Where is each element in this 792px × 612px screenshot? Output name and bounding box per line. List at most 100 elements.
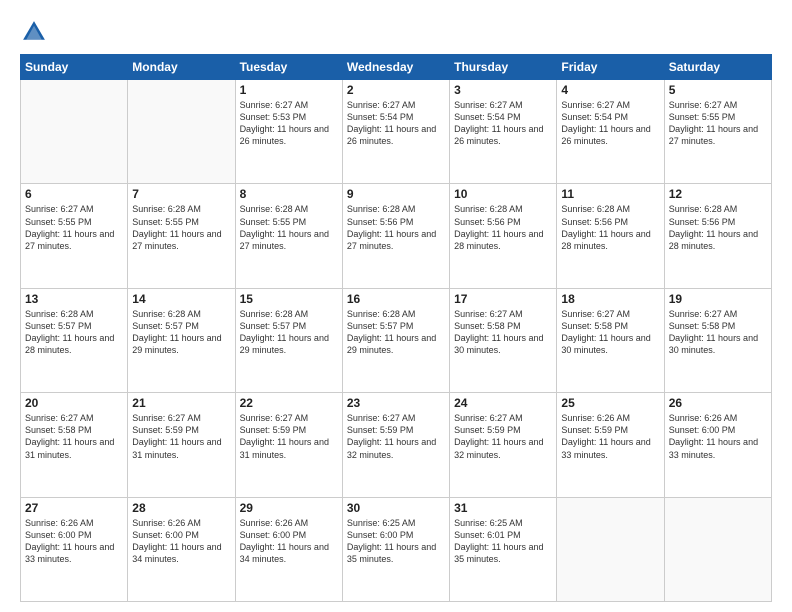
day-info: Sunrise: 6:27 AM Sunset: 5:59 PM Dayligh…: [132, 412, 230, 461]
calendar-day-cell: 1 Sunrise: 6:27 AM Sunset: 5:53 PM Daylig…: [235, 80, 342, 184]
logo-icon: [20, 18, 48, 46]
day-info: Sunrise: 6:27 AM Sunset: 5:53 PM Dayligh…: [240, 99, 338, 148]
day-number: 24: [454, 396, 552, 410]
day-number: 4: [561, 83, 659, 97]
day-number: 6: [25, 187, 123, 201]
day-info: Sunrise: 6:26 AM Sunset: 6:00 PM Dayligh…: [669, 412, 767, 461]
day-info: Sunrise: 6:27 AM Sunset: 5:54 PM Dayligh…: [347, 99, 445, 148]
day-info: Sunrise: 6:27 AM Sunset: 5:54 PM Dayligh…: [454, 99, 552, 148]
day-info: Sunrise: 6:25 AM Sunset: 6:00 PM Dayligh…: [347, 517, 445, 566]
day-number: 13: [25, 292, 123, 306]
day-number: 18: [561, 292, 659, 306]
calendar-day-cell: 31 Sunrise: 6:25 AM Sunset: 6:01 PM Dayli…: [450, 497, 557, 601]
calendar-day-cell: 5Sunrise: 6:27 AM Sunset: 5:55 PM Daylig…: [664, 80, 771, 184]
day-info: Sunrise: 6:27 AM Sunset: 5:58 PM Dayligh…: [561, 308, 659, 357]
calendar-day-cell: 7 Sunrise: 6:28 AM Sunset: 5:55 PM Daylig…: [128, 184, 235, 288]
header: [20, 18, 772, 46]
calendar-day-cell: 25 Sunrise: 6:26 AM Sunset: 5:59 PM Dayli…: [557, 393, 664, 497]
day-info: Sunrise: 6:27 AM Sunset: 5:55 PM Dayligh…: [25, 203, 123, 252]
calendar-col-header: Tuesday: [235, 55, 342, 80]
calendar-day-cell: 12 Sunrise: 6:28 AM Sunset: 5:56 PM Dayli…: [664, 184, 771, 288]
calendar-day-cell: 27 Sunrise: 6:26 AM Sunset: 6:00 PM Dayli…: [21, 497, 128, 601]
calendar-week-row: 20Sunrise: 6:27 AM Sunset: 5:58 PM Dayli…: [21, 393, 772, 497]
calendar-week-row: 6 Sunrise: 6:27 AM Sunset: 5:55 PM Daylig…: [21, 184, 772, 288]
calendar-day-cell: 21 Sunrise: 6:27 AM Sunset: 5:59 PM Dayli…: [128, 393, 235, 497]
day-info: Sunrise: 6:28 AM Sunset: 5:55 PM Dayligh…: [132, 203, 230, 252]
day-info: Sunrise: 6:26 AM Sunset: 5:59 PM Dayligh…: [561, 412, 659, 461]
calendar-day-cell: 28 Sunrise: 6:26 AM Sunset: 6:00 PM Dayli…: [128, 497, 235, 601]
calendar-day-cell: [664, 497, 771, 601]
day-number: 30: [347, 501, 445, 515]
day-number: 9: [347, 187, 445, 201]
day-info: Sunrise: 6:28 AM Sunset: 5:56 PM Dayligh…: [454, 203, 552, 252]
day-number: 26: [669, 396, 767, 410]
day-number: 25: [561, 396, 659, 410]
day-info: Sunrise: 6:27 AM Sunset: 5:58 PM Dayligh…: [669, 308, 767, 357]
day-info: Sunrise: 6:27 AM Sunset: 5:58 PM Dayligh…: [454, 308, 552, 357]
day-number: 20: [25, 396, 123, 410]
day-info: Sunrise: 6:28 AM Sunset: 5:56 PM Dayligh…: [347, 203, 445, 252]
day-number: 17: [454, 292, 552, 306]
calendar-day-cell: 11 Sunrise: 6:28 AM Sunset: 5:56 PM Dayli…: [557, 184, 664, 288]
day-info: Sunrise: 6:27 AM Sunset: 5:59 PM Dayligh…: [454, 412, 552, 461]
day-info: Sunrise: 6:28 AM Sunset: 5:56 PM Dayligh…: [669, 203, 767, 252]
calendar-day-cell: 18 Sunrise: 6:27 AM Sunset: 5:58 PM Dayli…: [557, 288, 664, 392]
day-number: 8: [240, 187, 338, 201]
day-info: Sunrise: 6:26 AM Sunset: 6:00 PM Dayligh…: [25, 517, 123, 566]
day-info: Sunrise: 6:26 AM Sunset: 6:00 PM Dayligh…: [132, 517, 230, 566]
calendar-day-cell: 29 Sunrise: 6:26 AM Sunset: 6:00 PM Dayli…: [235, 497, 342, 601]
day-number: 27: [25, 501, 123, 515]
day-number: 31: [454, 501, 552, 515]
day-info: Sunrise: 6:28 AM Sunset: 5:57 PM Dayligh…: [25, 308, 123, 357]
calendar-day-cell: 9 Sunrise: 6:28 AM Sunset: 5:56 PM Daylig…: [342, 184, 449, 288]
calendar-day-cell: [128, 80, 235, 184]
day-info: Sunrise: 6:28 AM Sunset: 5:57 PM Dayligh…: [132, 308, 230, 357]
calendar-table: SundayMondayTuesdayWednesdayThursdayFrid…: [20, 54, 772, 602]
day-number: 10: [454, 187, 552, 201]
calendar-day-cell: 8 Sunrise: 6:28 AM Sunset: 5:55 PM Daylig…: [235, 184, 342, 288]
day-info: Sunrise: 6:27 AM Sunset: 5:59 PM Dayligh…: [240, 412, 338, 461]
logo: [20, 18, 52, 46]
calendar-page: SundayMondayTuesdayWednesdayThursdayFrid…: [0, 0, 792, 612]
day-number: 22: [240, 396, 338, 410]
calendar-day-cell: 10 Sunrise: 6:28 AM Sunset: 5:56 PM Dayli…: [450, 184, 557, 288]
day-number: 12: [669, 187, 767, 201]
calendar-day-cell: 17 Sunrise: 6:27 AM Sunset: 5:58 PM Dayli…: [450, 288, 557, 392]
calendar-col-header: Saturday: [664, 55, 771, 80]
calendar-week-row: 13 Sunrise: 6:28 AM Sunset: 5:57 PM Dayli…: [21, 288, 772, 392]
day-number: 16: [347, 292, 445, 306]
day-number: 3: [454, 83, 552, 97]
day-number: 14: [132, 292, 230, 306]
calendar-day-cell: 16 Sunrise: 6:28 AM Sunset: 5:57 PM Dayli…: [342, 288, 449, 392]
day-number: 19: [669, 292, 767, 306]
day-number: 21: [132, 396, 230, 410]
day-number: 7: [132, 187, 230, 201]
day-number: 29: [240, 501, 338, 515]
day-info: Sunrise: 6:27 AM Sunset: 5:55 PM Dayligh…: [669, 99, 767, 148]
day-info: Sunrise: 6:27 AM Sunset: 5:59 PM Dayligh…: [347, 412, 445, 461]
calendar-day-cell: 23Sunrise: 6:27 AM Sunset: 5:59 PM Dayli…: [342, 393, 449, 497]
calendar-col-header: Friday: [557, 55, 664, 80]
calendar-day-cell: 30 Sunrise: 6:25 AM Sunset: 6:00 PM Dayli…: [342, 497, 449, 601]
day-info: Sunrise: 6:28 AM Sunset: 5:56 PM Dayligh…: [561, 203, 659, 252]
day-number: 1: [240, 83, 338, 97]
calendar-day-cell: [21, 80, 128, 184]
calendar-header-row: SundayMondayTuesdayWednesdayThursdayFrid…: [21, 55, 772, 80]
day-number: 28: [132, 501, 230, 515]
day-info: Sunrise: 6:26 AM Sunset: 6:00 PM Dayligh…: [240, 517, 338, 566]
day-info: Sunrise: 6:25 AM Sunset: 6:01 PM Dayligh…: [454, 517, 552, 566]
day-number: 11: [561, 187, 659, 201]
day-info: Sunrise: 6:27 AM Sunset: 5:54 PM Dayligh…: [561, 99, 659, 148]
day-info: Sunrise: 6:28 AM Sunset: 5:57 PM Dayligh…: [240, 308, 338, 357]
calendar-day-cell: 14 Sunrise: 6:28 AM Sunset: 5:57 PM Dayli…: [128, 288, 235, 392]
calendar-day-cell: 6 Sunrise: 6:27 AM Sunset: 5:55 PM Daylig…: [21, 184, 128, 288]
calendar-day-cell: 2Sunrise: 6:27 AM Sunset: 5:54 PM Daylig…: [342, 80, 449, 184]
calendar-col-header: Wednesday: [342, 55, 449, 80]
calendar-day-cell: [557, 497, 664, 601]
calendar-day-cell: 4 Sunrise: 6:27 AM Sunset: 5:54 PM Daylig…: [557, 80, 664, 184]
calendar-day-cell: 22 Sunrise: 6:27 AM Sunset: 5:59 PM Dayli…: [235, 393, 342, 497]
day-number: 15: [240, 292, 338, 306]
day-info: Sunrise: 6:28 AM Sunset: 5:57 PM Dayligh…: [347, 308, 445, 357]
calendar-day-cell: 15 Sunrise: 6:28 AM Sunset: 5:57 PM Dayli…: [235, 288, 342, 392]
day-info: Sunrise: 6:28 AM Sunset: 5:55 PM Dayligh…: [240, 203, 338, 252]
